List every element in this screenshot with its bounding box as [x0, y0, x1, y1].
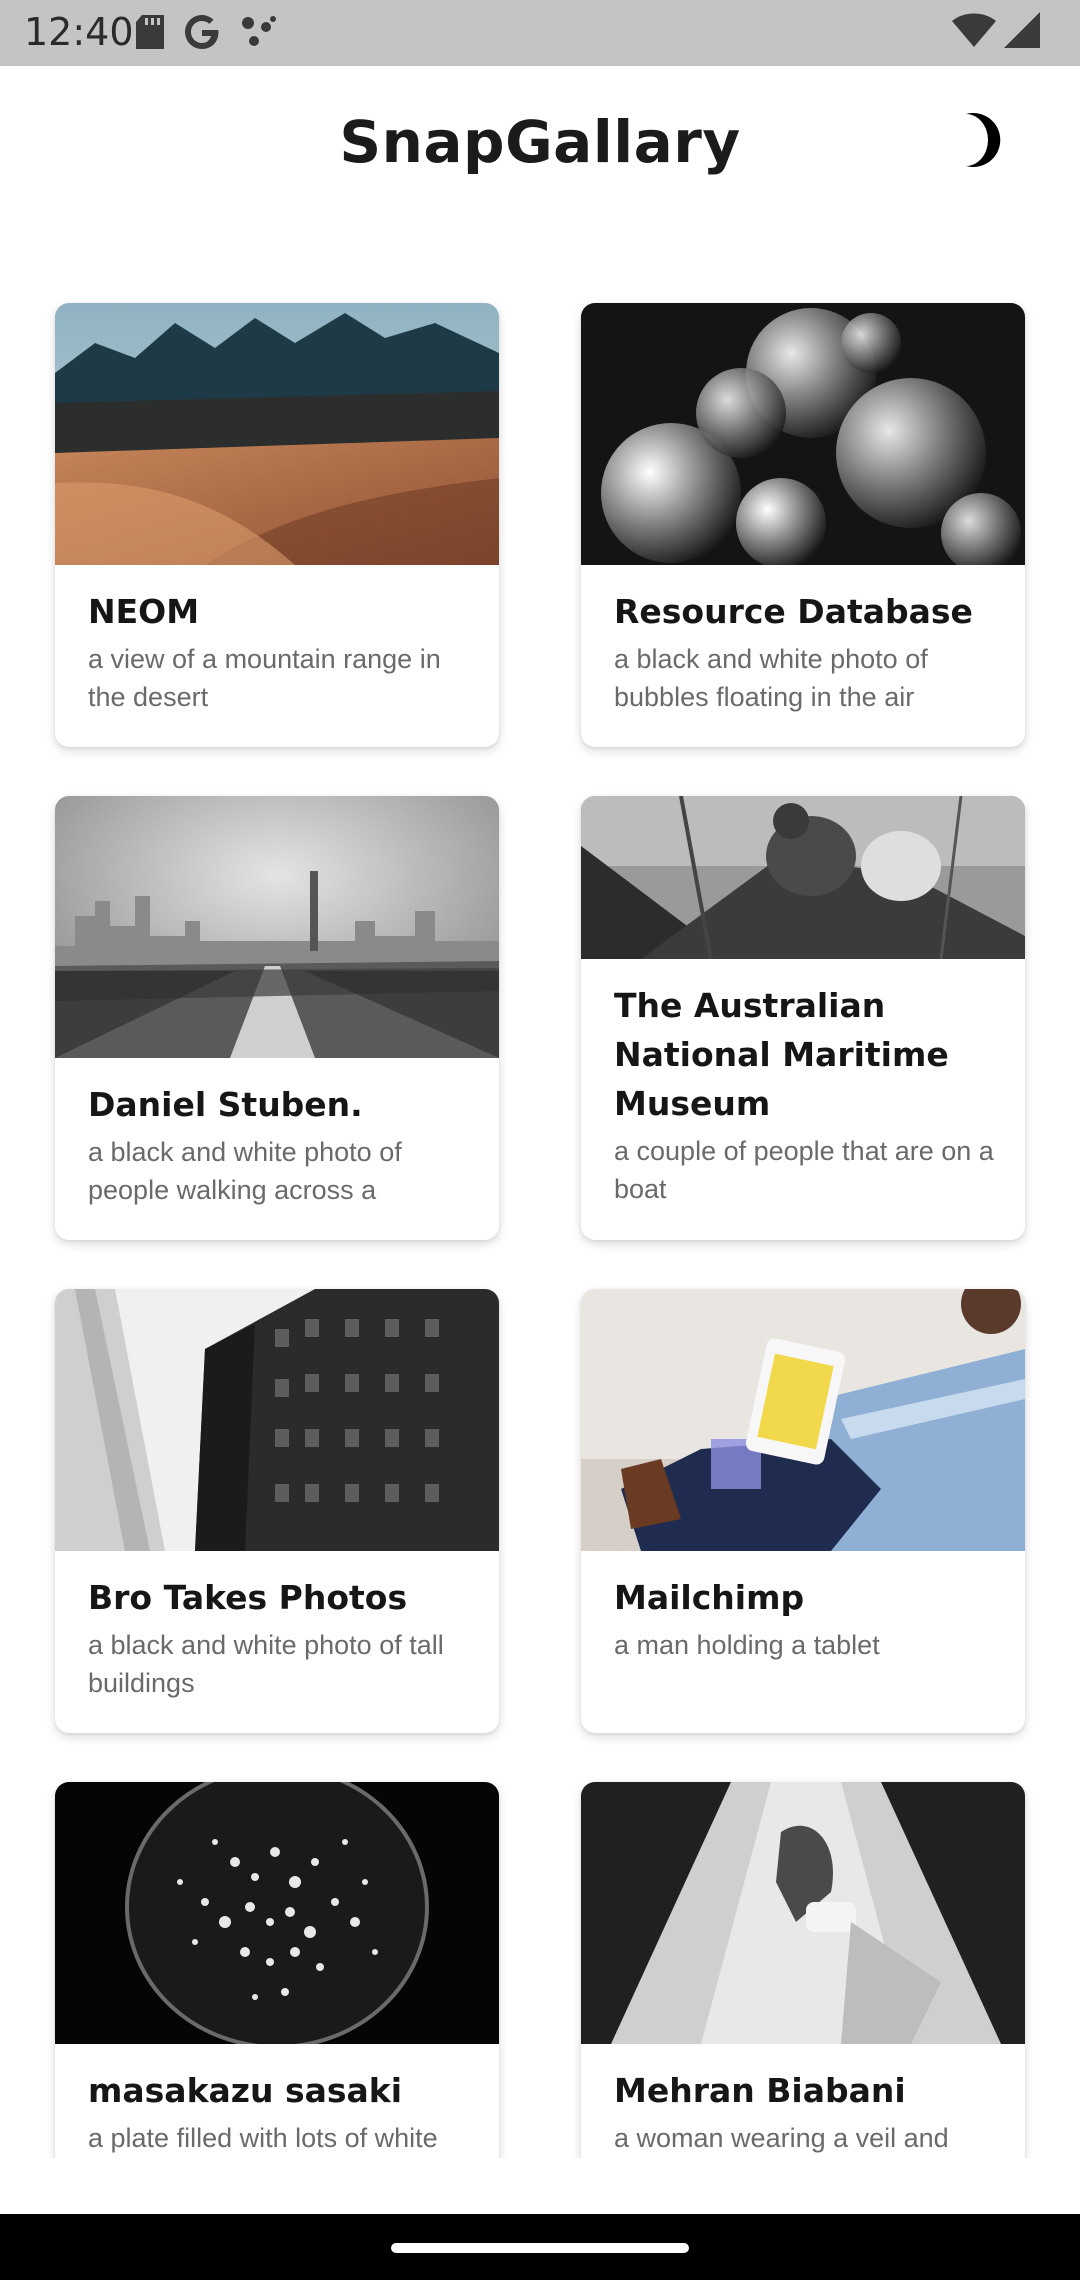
card-description: a black and white photo of people walkin…	[88, 1137, 402, 1205]
app-header: SnapGallary	[0, 66, 1080, 216]
google-icon	[182, 12, 222, 57]
home-gesture-handle[interactable]	[391, 2243, 689, 2253]
card-description: a couple of people that are on a boat	[614, 1136, 994, 1204]
card-description: a view of a mountain range in the desert	[88, 644, 441, 712]
card-title: Bro Takes Photos	[88, 1578, 408, 1617]
wifi-icon	[952, 13, 996, 52]
status-icons-left	[136, 12, 278, 57]
card-description: a plate filled with lots of white	[88, 2123, 438, 2153]
card-title: Mailchimp	[614, 1578, 805, 1617]
card-description: a black and white photo of tall building…	[88, 1630, 444, 1698]
gallery-card[interactable]: Bro Takes Photos a black and white photo…	[55, 1289, 499, 1733]
gallery-grid-viewport[interactable]: NEOM a view of a mountain range in the d…	[0, 216, 1080, 2158]
gallery-card[interactable]: NEOM a view of a mountain range in the d…	[55, 303, 499, 747]
gallery-card[interactable]: Mehran Biabani a woman wearing a veil an…	[581, 1782, 1025, 2158]
gallery-card[interactable]: Mailchimp a man holding a tablet	[581, 1289, 1025, 1733]
card-image-petri-dish	[55, 1782, 499, 2044]
signal-icon	[1004, 12, 1040, 53]
gallery-grid: NEOM a view of a mountain range in the d…	[55, 303, 1025, 2158]
navigation-bar	[0, 2214, 1080, 2280]
card-description: a woman wearing a veil and	[614, 2123, 949, 2153]
card-title: Daniel Stuben.	[88, 1085, 363, 1124]
status-icons-right	[952, 12, 1040, 53]
gallery-card[interactable]: masakazu sasaki a plate filled with lots…	[55, 1782, 499, 2158]
dots-icon	[240, 15, 278, 54]
card-title: NEOM	[88, 592, 200, 631]
card-description: a black and white photo of bubbles float…	[614, 644, 928, 712]
card-title: Resource Database	[614, 592, 973, 631]
gallery-card[interactable]: Daniel Stuben. a black and white photo o…	[55, 796, 499, 1240]
card-image-bubbles	[581, 303, 1025, 565]
app-title: SnapGallary	[339, 108, 741, 176]
card-image-man-tablet	[581, 1289, 1025, 1551]
theme-toggle-button[interactable]	[952, 110, 1012, 170]
card-title: The Australian National Maritime Museum	[614, 986, 949, 1123]
status-bar: 12:40	[0, 0, 1080, 66]
card-title: masakazu sasaki	[88, 2071, 403, 2110]
card-description: a man holding a tablet	[614, 1630, 880, 1660]
gallery-card[interactable]: The Australian National Maritime Museum …	[581, 796, 1025, 1240]
moon-icon	[966, 113, 1001, 167]
card-image-boat-people	[581, 796, 1025, 959]
status-time: 12:40	[24, 10, 134, 54]
card-image-tall-buildings	[55, 1289, 499, 1551]
card-image-veil-woman	[581, 1782, 1025, 2044]
card-image-bridge-city	[55, 796, 499, 1058]
gallery-card[interactable]: Resource Database a black and white phot…	[581, 303, 1025, 747]
sd-card-icon	[136, 15, 164, 54]
card-title: Mehran Biabani	[614, 2071, 906, 2110]
card-image-desert-mountains	[55, 303, 499, 565]
